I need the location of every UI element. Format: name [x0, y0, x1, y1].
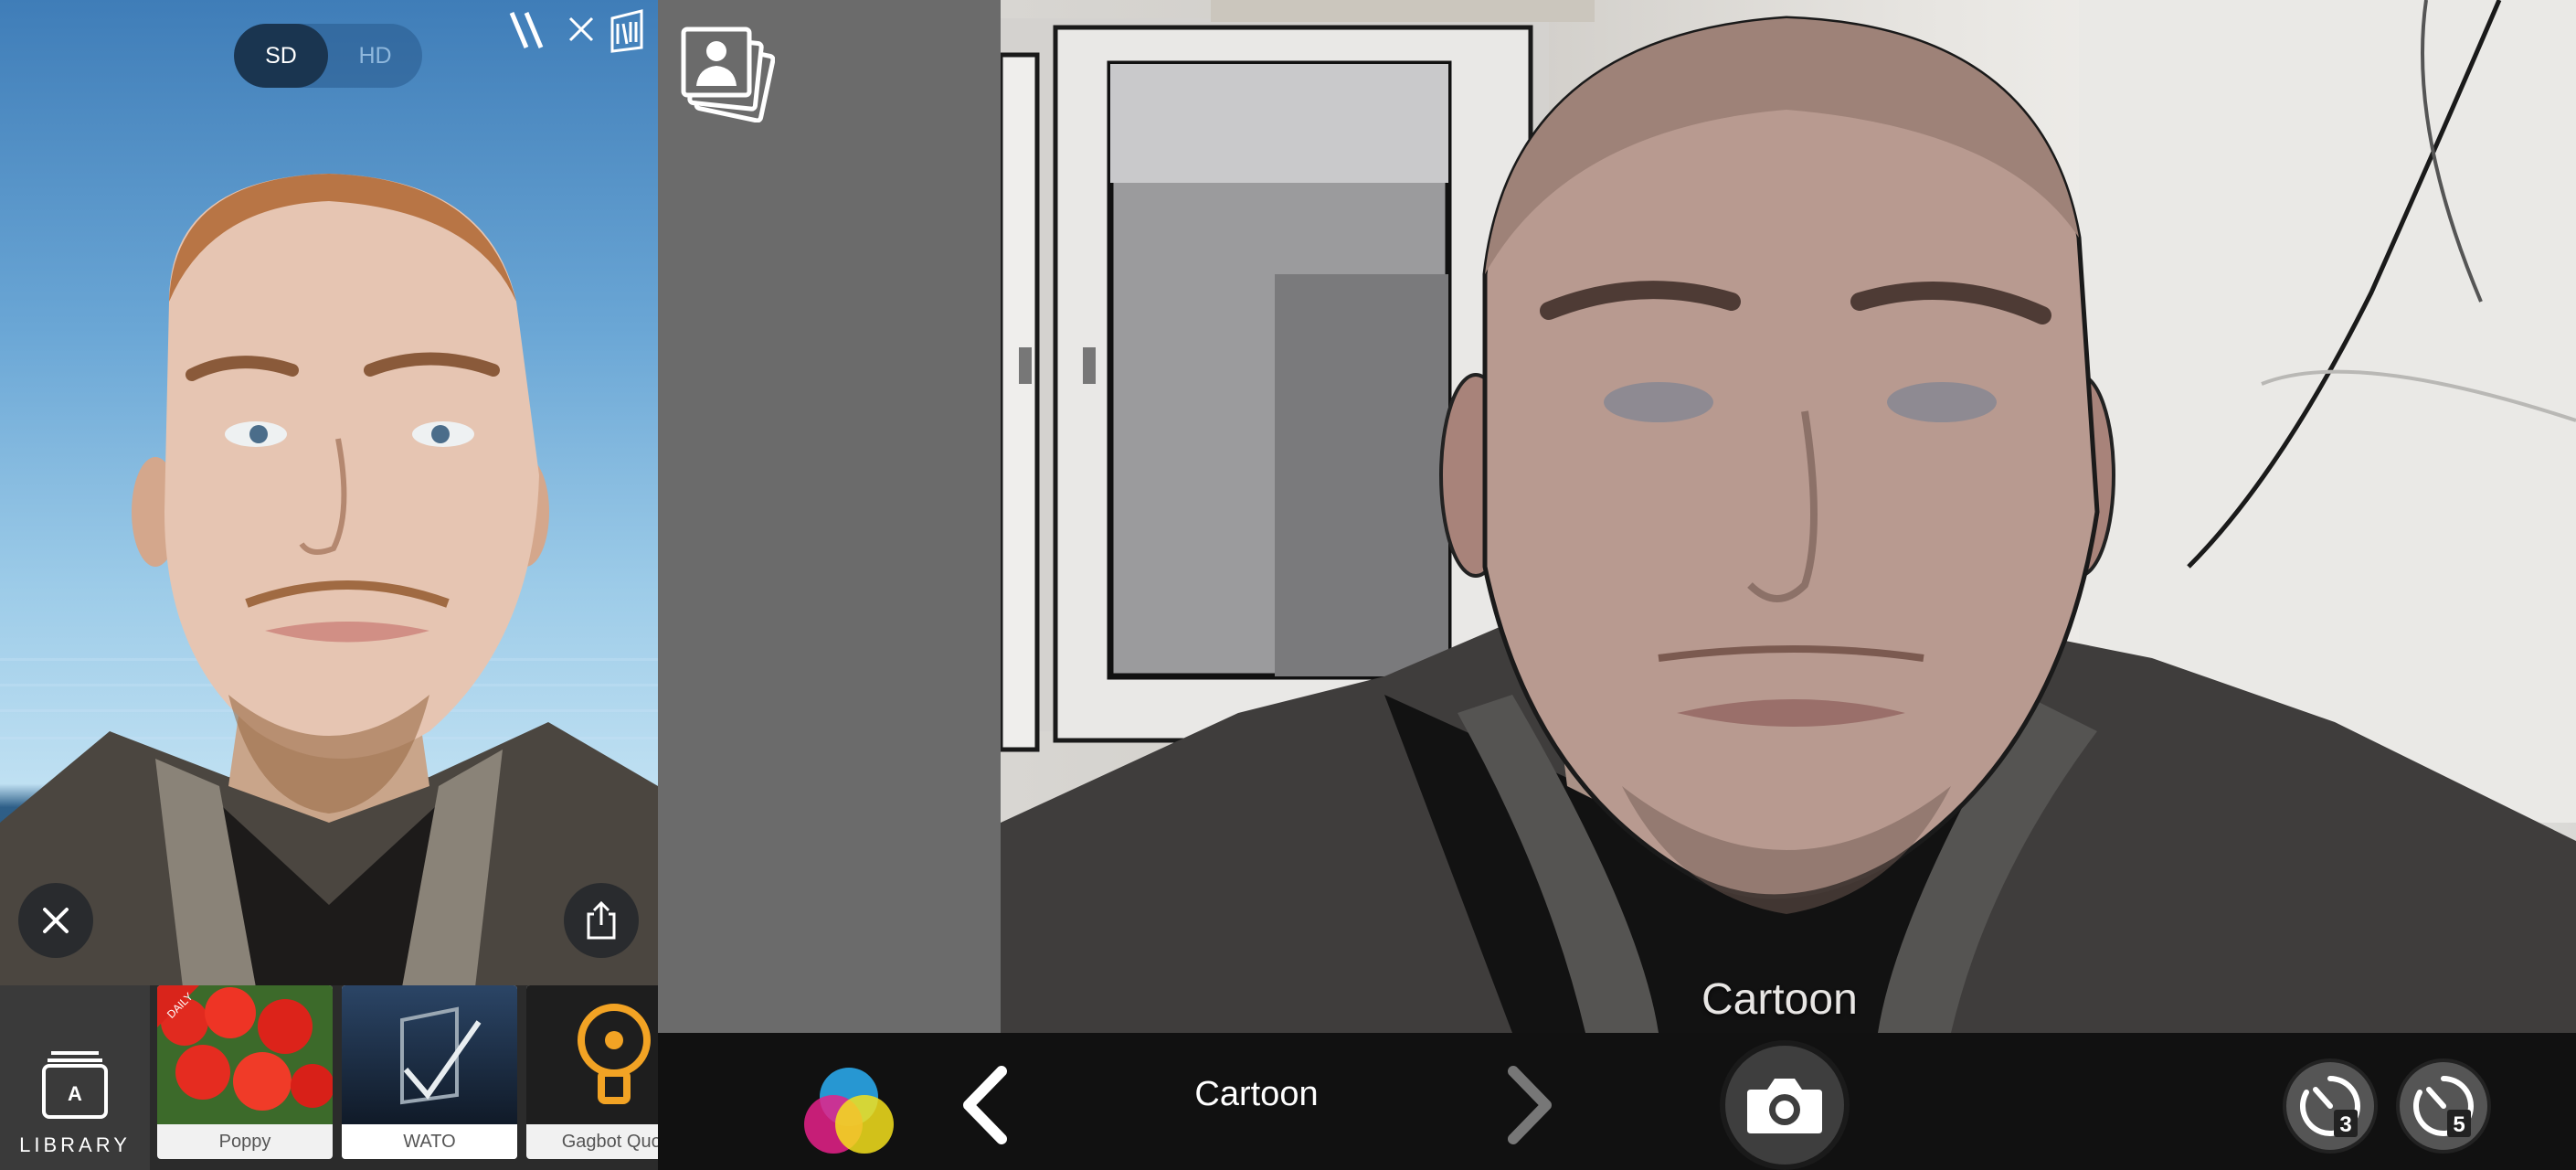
filter-name: WATO [342, 1124, 517, 1159]
mode-name-label: Cartoon [1194, 1075, 1319, 1113]
wato-thumbnail [342, 985, 517, 1124]
close-button[interactable] [18, 883, 93, 958]
poppy-thumbnail: DAILY [157, 985, 333, 1124]
sd-option[interactable]: SD [234, 24, 328, 88]
camera-icon [1747, 1079, 1822, 1133]
camera-preview[interactable] [1001, 0, 2576, 1033]
filter-name: Gagbot Quot [561, 1131, 658, 1152]
library-button[interactable]: A LIBRARY [0, 985, 150, 1170]
filter-tile[interactable]: WATO [342, 985, 517, 1159]
library-badge: A [68, 1082, 82, 1105]
timer-5-icon: 5 [2413, 1076, 2474, 1137]
timer-3-label: 3 [2339, 1112, 2351, 1137]
app-logo-icon[interactable] [609, 7, 645, 53]
shutter-button[interactable] [1720, 1040, 1850, 1170]
camera-scene [1001, 0, 2576, 1033]
hd-option[interactable]: HD [328, 24, 422, 88]
timer-3-button[interactable]: 3 [2283, 1058, 2378, 1154]
brand-logo-icon[interactable] [508, 7, 556, 53]
timer-3-icon: 3 [2300, 1076, 2360, 1137]
share-icon [587, 900, 616, 940]
filter-name: Poppy [218, 1131, 271, 1152]
camera-sidebar [658, 0, 1001, 1033]
close-icon [43, 908, 69, 933]
quality-toggle[interactable]: SD HD [234, 24, 422, 88]
gagbot-thumbnail [526, 985, 658, 1124]
share-button[interactable] [564, 883, 639, 958]
library-label: LIBRARY [19, 1133, 131, 1156]
chevron-left-icon[interactable] [958, 1064, 1012, 1146]
color-circles-icon[interactable] [799, 1060, 899, 1161]
timer-5-button[interactable]: 5 [2396, 1058, 2491, 1154]
library-icon: A [42, 1051, 108, 1119]
filter-tile[interactable]: DAILY Poppy [157, 985, 333, 1159]
mode-overlay-label: Cartoon [1701, 975, 1858, 1024]
timer-5-label: 5 [2453, 1112, 2465, 1137]
left-app-panel: SD HD A LIBRARY DAILY Poppy WATO Gagbot … [0, 0, 658, 1170]
gallery-stack-icon[interactable] [678, 22, 775, 122]
close-icon[interactable] [567, 15, 596, 44]
filter-tile[interactable]: Gagbot Quot [526, 985, 658, 1159]
stylized-portrait [0, 174, 658, 987]
filter-strip[interactable]: A LIBRARY DAILY Poppy WATO Gagbot Quot [0, 985, 658, 1170]
chevron-right-icon[interactable] [1502, 1064, 1557, 1146]
